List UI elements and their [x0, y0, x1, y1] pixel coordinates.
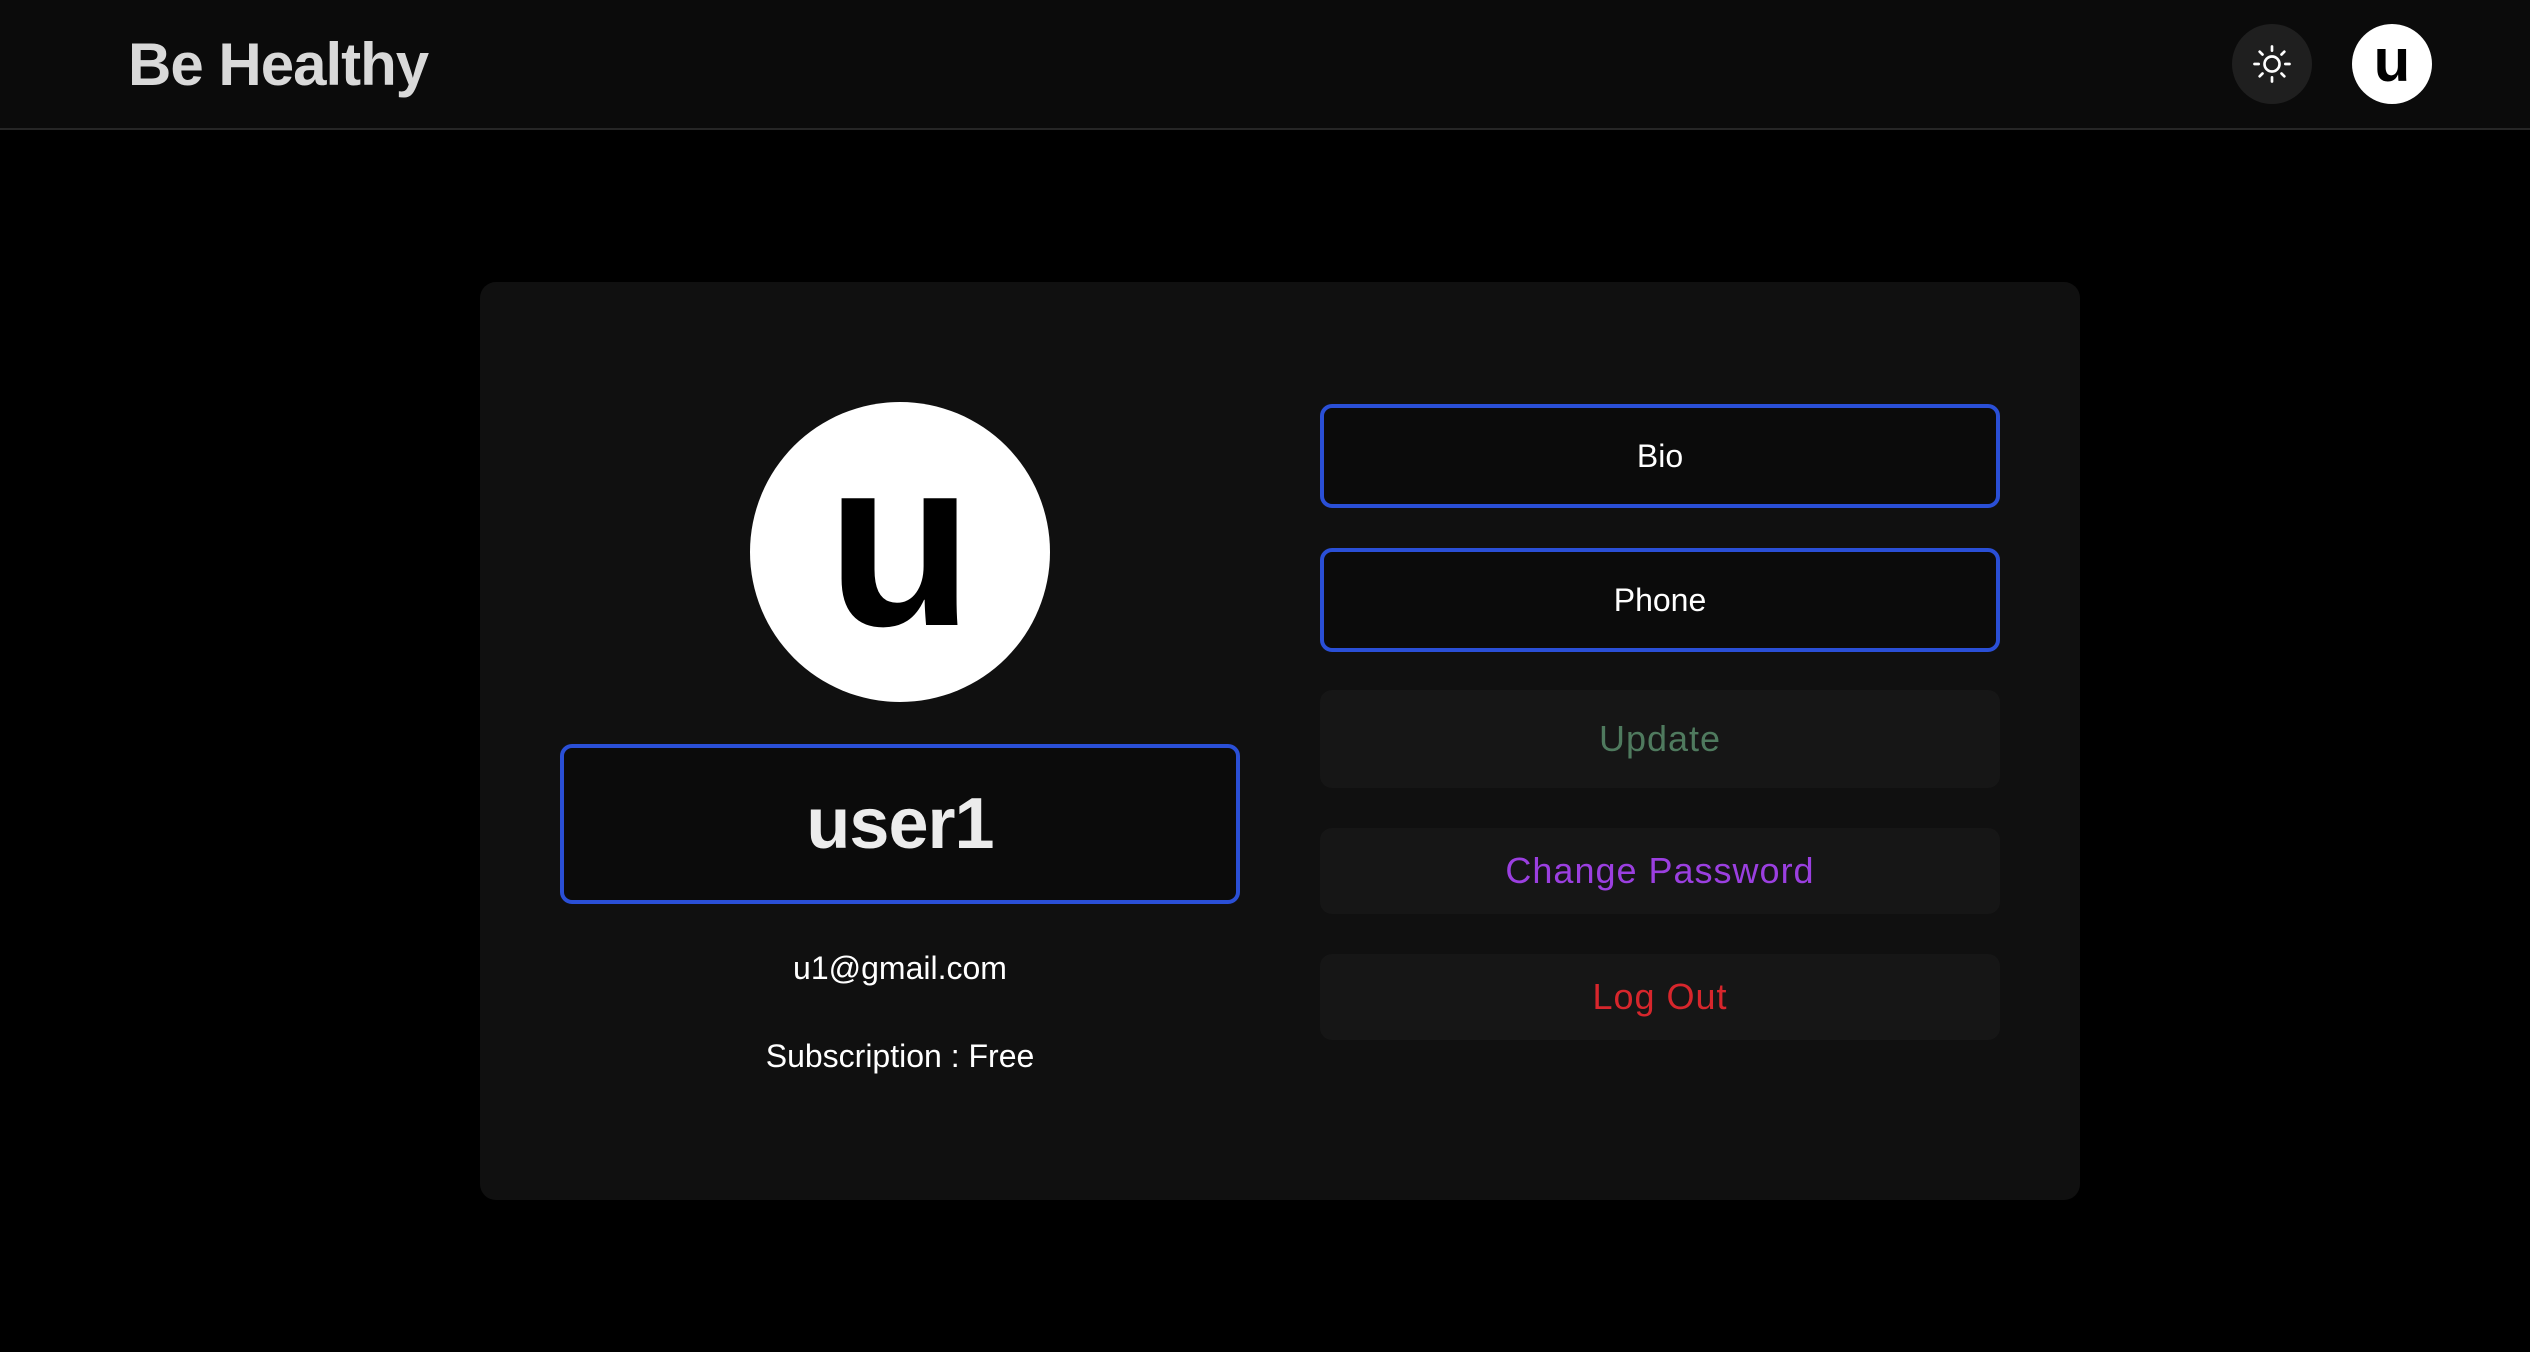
top-header: Be Healthy u — [0, 0, 2530, 130]
update-button[interactable]: Update — [1320, 690, 2000, 788]
logout-button[interactable]: Log Out — [1320, 954, 2000, 1040]
profile-avatar: u — [750, 402, 1050, 702]
username-field[interactable]: user1 — [560, 744, 1240, 904]
profile-card: u user1 u1@gmail.com Subscription : Free… — [480, 282, 2080, 1200]
sun-icon — [2253, 45, 2291, 83]
subscription-text: Subscription : Free — [765, 1038, 1035, 1074]
bio-field[interactable]: Bio — [1320, 404, 2000, 508]
phone-field[interactable]: Phone — [1320, 548, 2000, 652]
change-password-button[interactable]: Change Password — [1320, 828, 2000, 914]
email-text: u1@gmail.com — [793, 950, 1007, 986]
header-avatar[interactable]: u — [2352, 24, 2432, 104]
theme-toggle-button[interactable] — [2232, 24, 2312, 104]
brand-title[interactable]: Be Healthy — [128, 30, 429, 100]
